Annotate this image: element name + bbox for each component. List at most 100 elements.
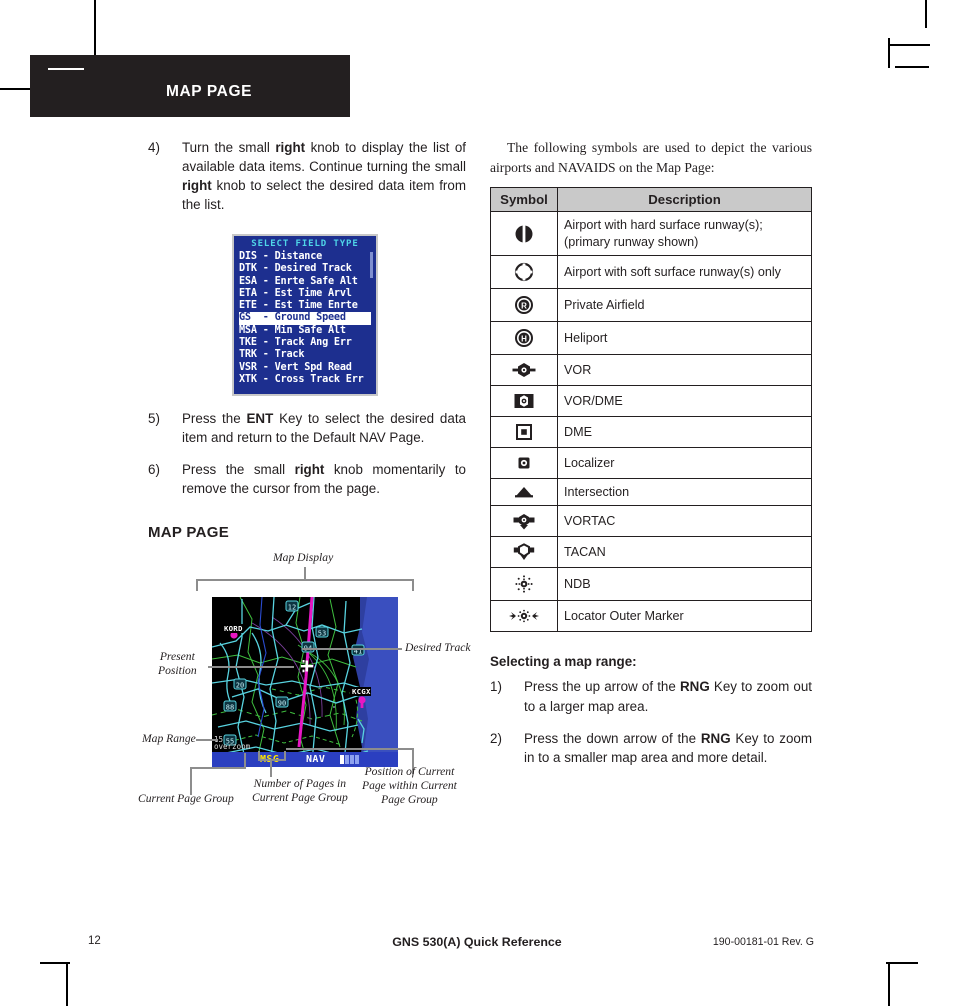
ndb-icon: [490, 567, 558, 602]
table-row: Localizer: [490, 447, 812, 480]
figure-label-desired-track: Desired Track: [405, 641, 471, 654]
table-row: Intersection: [490, 478, 812, 507]
private-airfield-icon: R: [490, 288, 558, 323]
field-type-option[interactable]: VSR - Vert Spd Read: [239, 362, 371, 374]
svg-text:H: H: [521, 334, 527, 343]
procedure-step-list-bottom: 5) Press the ENT Key to select the desire…: [148, 409, 466, 498]
column-header-symbol: Symbol: [490, 187, 558, 213]
figure-label-map-display: Map Display: [273, 551, 334, 564]
table-row: Locator Outer Marker: [490, 600, 812, 633]
table-row: DME: [490, 416, 812, 449]
leader-current-page-group-h: [190, 767, 246, 769]
bracket-pages-left: [258, 751, 260, 760]
table-row: VOR/DME: [490, 385, 812, 418]
page-header-banner: MAP PAGE: [30, 55, 350, 117]
symbols-intro-paragraph: The following symbols are used to depict…: [490, 138, 812, 177]
table-row: Airport with soft surface runway(s) only: [490, 255, 812, 290]
field-type-option[interactable]: MSA - Min Safe Alt: [239, 325, 371, 337]
symbol-description: Airport with soft surface runway(s) only: [557, 255, 812, 290]
page-indicator-bar: [345, 755, 349, 764]
figure-label-number-of-pages: Number of Pages in Current Page Group: [252, 777, 348, 805]
intro-line-2: airports and NAVAIDS on the Map Page:: [490, 159, 715, 175]
symbol-description: DME: [557, 416, 812, 449]
table-row: Airport with hard surface runway(s); (pr…: [490, 211, 812, 257]
page-indicator-bar: [355, 755, 359, 764]
intro-line-1: The following symbols are used to depict…: [507, 140, 812, 155]
field-type-option[interactable]: TRK - Track: [239, 349, 371, 361]
symbol-description: VOR: [557, 354, 812, 387]
crop-mark-tr2-v: [888, 38, 890, 68]
right-column: The following symbols are used to depict…: [490, 138, 812, 780]
dme-icon: [490, 416, 558, 449]
crop-mark-tr2-h: [895, 66, 929, 68]
field-type-option[interactable]: GS - Ground Speed: [239, 312, 371, 325]
figure-label-present-position: Present Position: [158, 650, 197, 678]
select-field-type-list[interactable]: DIS - Distance DTK - Desired Track ESA - E…: [234, 251, 376, 386]
leader-current-page-group-up: [244, 753, 246, 768]
table-row: VOR: [490, 354, 812, 387]
step-number: 1): [490, 679, 502, 695]
step-text: Press the ENT Key to select the desired …: [182, 411, 466, 446]
select-field-type-screen: SELECT FIELD TYPE DIS - Distance DTK - De…: [232, 234, 378, 396]
table-row: VORTAC: [490, 505, 812, 538]
vor-icon: [490, 354, 558, 387]
symbol-description: Heliport: [557, 321, 812, 356]
symbol-description: VORTAC: [557, 505, 812, 538]
gps-map-display: 12 53 94 41 20 90 88 55: [212, 597, 398, 767]
locator-outer-marker-icon: [490, 600, 558, 633]
figure-label-map-range: Map Range: [142, 732, 196, 745]
step-text: Turn the small right knob to display the…: [182, 140, 467, 213]
symbols-table: Symbol Description Airport with hard sur…: [490, 187, 812, 633]
table-row: TACAN: [490, 536, 812, 569]
map-page-figure: 12 53 94 41 20 90 88 55: [130, 545, 482, 835]
svg-text:90: 90: [278, 700, 286, 708]
step-number: 6): [148, 462, 160, 478]
airport-hard-surface-icon: [490, 211, 558, 257]
field-type-option[interactable]: ETE - Est Time Enrte: [239, 300, 371, 312]
leader-position-of-page-h: [286, 748, 414, 750]
page-footer: 12 GNS 530(A) Quick Reference 190-00181-…: [0, 930, 954, 960]
leader-current-page-group-v: [190, 767, 192, 795]
airport-label-kcgx: KCGX: [352, 687, 371, 696]
crop-mark-tr-h: [890, 44, 930, 46]
leader-present-position: [208, 666, 294, 668]
bracket-top-right-tick: [412, 579, 414, 591]
step-number: 2): [490, 730, 502, 746]
procedure-step: 5) Press the ENT Key to select the desire…: [148, 409, 466, 447]
procedure-step: 6) Press the small right knob momentarily…: [148, 460, 466, 498]
leader-number-of-pages: [270, 759, 272, 777]
step-text: Press the up arrow of the RNG Key to zoo…: [524, 679, 813, 714]
map-range-step-list: 1) Press the up arrow of the RNG Key to z…: [490, 677, 812, 766]
page-group-label-nav: NAV: [306, 754, 326, 765]
section-heading-map-page: MAP PAGE: [148, 524, 230, 542]
field-type-option[interactable]: DTK - Desired Track: [239, 263, 371, 275]
heliport-icon: H: [490, 321, 558, 356]
scrollbar-thumb[interactable]: [370, 252, 373, 278]
page-indicator-bar: [350, 755, 354, 764]
map-range-readout: 15 overzoom: [214, 734, 251, 752]
intersection-icon: [490, 478, 558, 507]
field-type-option[interactable]: ETA - Est Time Arvl: [239, 288, 371, 300]
bracket-pages-right: [284, 751, 286, 760]
step-text: Press the small right knob momentarily t…: [182, 462, 466, 497]
procedure-step: 1) Press the up arrow of the RNG Key to z…: [490, 677, 812, 715]
vor-dme-icon: [490, 385, 558, 418]
procedure-step: 2) Press the down arrow of the RNG Key to…: [490, 729, 812, 767]
symbol-description: VOR/DME: [557, 385, 812, 418]
field-type-option[interactable]: TKE - Track Ang Err: [239, 337, 371, 349]
selecting-map-range-heading: Selecting a map range:: [490, 654, 637, 670]
field-type-option[interactable]: ESA - Enrte Safe Alt: [239, 276, 371, 288]
leader-map-range: [196, 739, 218, 741]
crop-mark-br-v: [888, 962, 890, 1006]
step-text: Press the down arrow of the RNG Key to z…: [524, 730, 812, 765]
symbol-description: NDB: [557, 567, 812, 602]
svg-text:R: R: [521, 301, 527, 310]
field-type-option[interactable]: XTK - Cross Track Err: [239, 374, 371, 386]
crop-mark-bl-v: [66, 962, 68, 1006]
table-header-row: Symbol Description: [490, 187, 812, 213]
svg-text:20: 20: [236, 682, 244, 690]
airport-soft-surface-icon: [490, 255, 558, 290]
procedure-step: 4) Turn the small right knob to display t…: [148, 138, 466, 214]
field-type-option[interactable]: DIS - Distance: [239, 251, 371, 263]
symbol-description: Airport with hard surface runway(s); (pr…: [557, 211, 812, 257]
